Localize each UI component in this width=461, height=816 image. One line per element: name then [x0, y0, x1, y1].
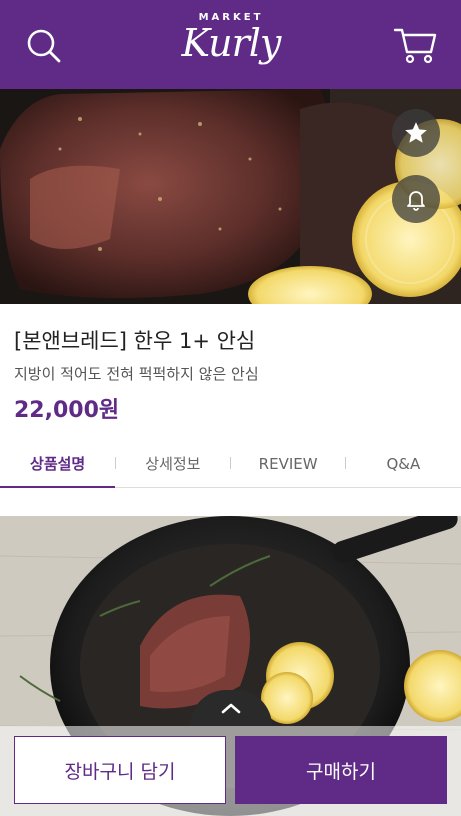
- favorite-button[interactable]: [392, 109, 440, 157]
- cart-icon: [393, 28, 437, 64]
- add-to-cart-button[interactable]: 장바구니 담기: [14, 736, 226, 804]
- tab-description[interactable]: 상품설명: [0, 440, 116, 488]
- search-button[interactable]: [24, 26, 64, 66]
- tab-divider: [345, 457, 346, 469]
- tab-divider: [115, 457, 116, 469]
- tab-details[interactable]: 상세정보: [115, 440, 230, 487]
- star-icon: [405, 122, 427, 143]
- app-header: MARKET Kurly: [0, 0, 461, 89]
- chevron-up-icon: [221, 703, 241, 714]
- search-icon: [27, 29, 61, 63]
- buy-button[interactable]: 구매하기: [235, 736, 447, 804]
- product-title: [본앤브레드] 한우 1+ 안심: [14, 329, 256, 353]
- notification-button[interactable]: [392, 175, 440, 223]
- tab-divider: [230, 457, 231, 469]
- bell-icon: [407, 191, 425, 211]
- bottom-action-bar: 장바구니 담기 구매하기: [0, 726, 461, 816]
- product-price: 22,000원: [14, 398, 120, 423]
- product-tabs: 상품설명 상세정보 REVIEW Q&A: [0, 440, 461, 488]
- product-info: [본앤브레드] 한우 1+ 안심 지방이 적어도 전혀 퍽퍽하지 않은 안심 2…: [14, 326, 454, 426]
- tab-review[interactable]: REVIEW: [231, 440, 346, 487]
- logo-kurly-text: Kurly: [181, 21, 282, 65]
- cart-button[interactable]: [393, 24, 439, 66]
- product-subtitle: 지방이 적어도 전혀 퍽퍽하지 않은 안심: [14, 365, 259, 383]
- product-hero-image: [0, 89, 461, 304]
- kurly-logo[interactable]: MARKET Kurly: [170, 10, 292, 80]
- tab-qna[interactable]: Q&A: [346, 440, 461, 487]
